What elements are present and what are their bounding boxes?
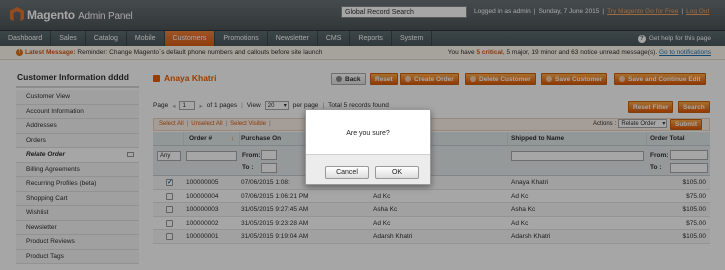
ok-button[interactable]: OK	[375, 166, 419, 179]
dialog-message: Are you sure?	[346, 130, 390, 137]
confirm-dialog: Are you sure? Cancel OK	[305, 109, 431, 185]
cancel-button[interactable]: Cancel	[325, 166, 369, 179]
dialog-footer: Cancel OK	[306, 154, 430, 184]
